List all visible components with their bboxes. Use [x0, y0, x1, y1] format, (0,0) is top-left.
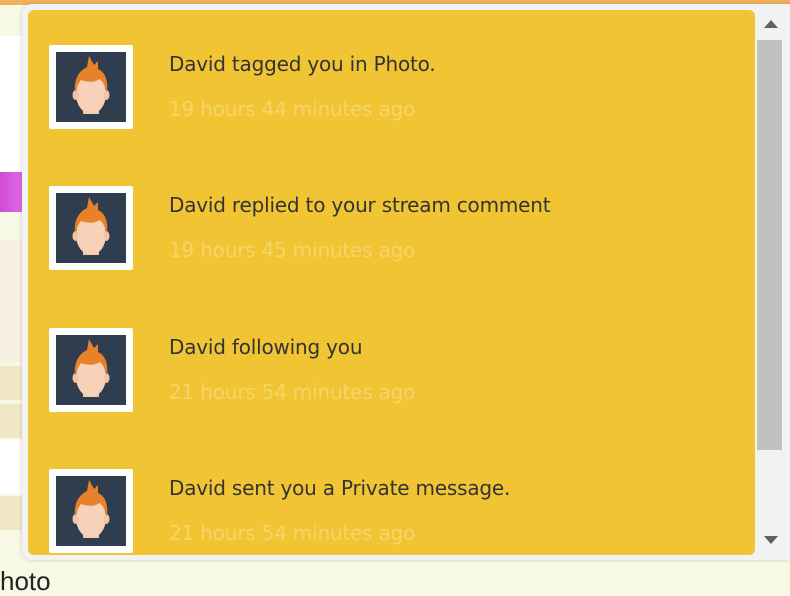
background-row: [0, 366, 24, 400]
notification-time: 21 hours 54 minutes ago: [169, 380, 416, 404]
scroll-down-arrow-icon[interactable]: [764, 536, 778, 544]
user-avatar-icon-graphic: [56, 335, 126, 405]
notification-item[interactable]: David tagged you in Photo. 19 hours 44 m…: [28, 45, 755, 145]
user-avatar-icon-graphic: [56, 52, 126, 122]
notification-item[interactable]: David sent you a Private message. 21 hou…: [28, 469, 755, 555]
user-avatar-icon-graphic: [56, 476, 126, 546]
background-row: [0, 496, 24, 530]
notification-time: 21 hours 54 minutes ago: [169, 521, 416, 545]
user-avatar-icon[interactable]: [49, 186, 133, 270]
notification-time: 19 hours 44 minutes ago: [169, 97, 416, 121]
notification-list[interactable]: David tagged you in Photo. 19 hours 44 m…: [28, 10, 755, 555]
background-panel: [0, 440, 24, 494]
user-avatar-icon[interactable]: [49, 45, 133, 129]
background-panel: [0, 36, 24, 172]
notification-item[interactable]: David replied to your stream comment 19 …: [28, 186, 755, 286]
notification-time: 19 hours 45 minutes ago: [169, 238, 416, 262]
notification-item[interactable]: David following you 21 hours 54 minutes …: [28, 328, 755, 428]
scrollbar[interactable]: [756, 10, 786, 555]
scrollbar-thumb[interactable]: [757, 40, 782, 450]
background-caption: hoto: [0, 566, 51, 596]
notification-message: David following you: [169, 335, 363, 359]
background-panel: [0, 240, 24, 362]
notification-message: David replied to your stream comment: [169, 193, 551, 217]
notification-message: David sent you a Private message.: [169, 476, 511, 500]
user-avatar-icon[interactable]: [49, 328, 133, 412]
notification-message: David tagged you in Photo.: [169, 52, 436, 76]
user-avatar-icon-graphic: [56, 193, 126, 263]
notifications-popup: David tagged you in Photo. 19 hours 44 m…: [22, 4, 790, 560]
user-avatar-icon[interactable]: [49, 469, 133, 553]
background-gradient-button[interactable]: [0, 172, 24, 212]
background-row: [0, 404, 24, 438]
scroll-up-arrow-icon[interactable]: [764, 20, 778, 28]
